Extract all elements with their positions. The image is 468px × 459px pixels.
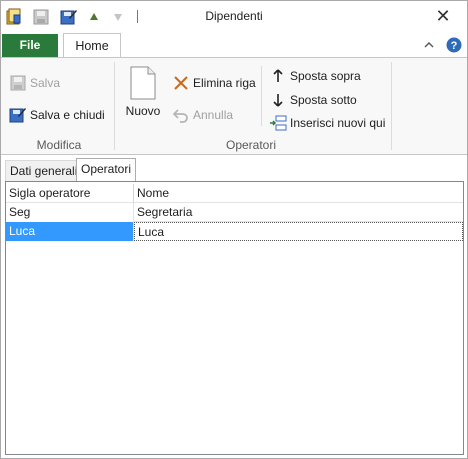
save-close-label: Salva e chiudi bbox=[30, 108, 105, 122]
help-button[interactable]: ? bbox=[445, 37, 463, 53]
save-label: Salva bbox=[30, 76, 61, 90]
group-separator bbox=[114, 62, 115, 150]
arrow-down-icon bbox=[269, 91, 287, 109]
svg-text:?: ? bbox=[451, 40, 458, 52]
new-button[interactable]: Nuovo bbox=[122, 66, 164, 126]
delete-row-label: Elimina riga bbox=[193, 76, 256, 90]
close-button[interactable]: ✕ bbox=[431, 4, 455, 28]
cell-nome[interactable]: Segretaria bbox=[134, 203, 463, 222]
save-icon bbox=[9, 74, 27, 92]
move-up-label: Sposta sopra bbox=[290, 69, 361, 83]
group-separator-end bbox=[391, 62, 392, 150]
window-title: Dipendenti bbox=[205, 9, 263, 23]
ribbon: Salva Salva e chiudi Modifica Nuovo Elim… bbox=[1, 57, 467, 155]
group-label-modifica: Modifica bbox=[36, 138, 82, 152]
table-row-selected[interactable]: Luca Luca bbox=[6, 222, 463, 241]
move-down-button[interactable]: Sposta sotto bbox=[269, 91, 357, 109]
save-close-icon bbox=[9, 106, 27, 124]
save-close-button[interactable]: Salva e chiudi bbox=[9, 106, 105, 124]
cell-sigla[interactable]: Seg bbox=[6, 203, 134, 222]
move-down-label: Sposta sotto bbox=[290, 93, 357, 107]
grid-header-row: Sigla operatore Nome bbox=[6, 184, 463, 203]
tab-dati-generali[interactable]: Dati generali bbox=[5, 160, 83, 181]
chevron-up-icon bbox=[424, 42, 434, 48]
move-up-button[interactable]: Sposta sopra bbox=[269, 67, 361, 85]
save-button[interactable]: Salva bbox=[9, 74, 60, 92]
tab-file[interactable]: File bbox=[2, 34, 58, 57]
window: Dipendenti ✕ File Home ? Salva Salva e c… bbox=[0, 0, 468, 459]
delete-row-button[interactable]: Elimina riga bbox=[172, 74, 256, 92]
insert-rows-icon bbox=[269, 114, 287, 132]
ribbon-tabs: File Home ? bbox=[1, 32, 467, 59]
table-row[interactable]: Seg Segretaria bbox=[6, 203, 463, 222]
new-label: Nuovo bbox=[125, 104, 161, 118]
cell-sigla[interactable]: Luca bbox=[6, 222, 134, 241]
insert-here-button[interactable]: Inserisci nuovi qui bbox=[269, 114, 385, 132]
delete-x-icon bbox=[172, 74, 190, 92]
undo-icon bbox=[172, 106, 190, 124]
arrow-up-icon bbox=[269, 67, 287, 85]
title-bar: Dipendenti ✕ bbox=[1, 1, 467, 32]
group-inner-separator bbox=[261, 66, 262, 126]
undo-label: Annulla bbox=[193, 108, 234, 122]
column-header-sigla[interactable]: Sigla operatore bbox=[6, 184, 134, 203]
cell-nome-editing[interactable]: Luca bbox=[134, 222, 463, 241]
new-document-icon bbox=[130, 66, 156, 100]
minimize-ribbon-button[interactable] bbox=[422, 37, 436, 53]
group-label-operatori: Operatori bbox=[225, 138, 277, 152]
tab-operatori[interactable]: Operatori bbox=[76, 158, 137, 182]
content-tabs: Dati generali Operatori bbox=[1, 157, 467, 182]
help-icon: ? bbox=[446, 37, 462, 53]
close-icon: ✕ bbox=[435, 6, 451, 26]
operators-grid[interactable]: Sigla operatore Nome Seg Segretaria Luca… bbox=[5, 181, 464, 455]
insert-here-label: Inserisci nuovi qui bbox=[290, 116, 386, 130]
tab-home[interactable]: Home bbox=[63, 33, 121, 59]
undo-button[interactable]: Annulla bbox=[172, 106, 233, 124]
column-header-nome[interactable]: Nome bbox=[134, 184, 463, 203]
